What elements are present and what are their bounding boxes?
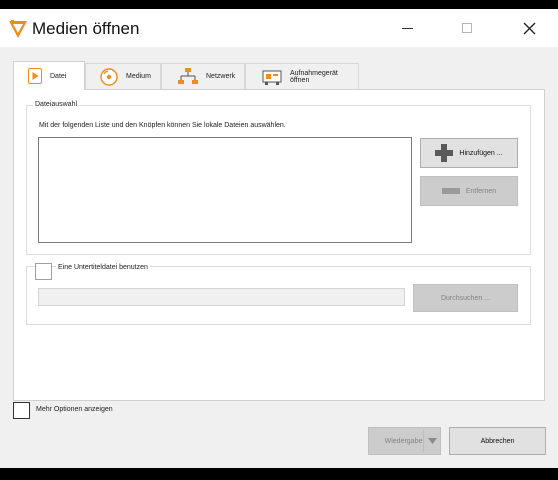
capture-card-icon (262, 69, 282, 85)
browse-subtitle-label: Durchsuchen ... (440, 294, 491, 302)
close-icon (523, 22, 535, 34)
cancel-button[interactable]: Abbrechen (449, 427, 546, 455)
tab-medium-label: Medium (126, 73, 151, 80)
tab-netzwerk-label: Netzwerk (206, 73, 236, 80)
minimize-button[interactable] (383, 9, 431, 47)
remove-file-label: Entfernen (465, 187, 497, 195)
tab-datei[interactable]: Datei (13, 61, 85, 90)
tab-medium[interactable]: Medium (85, 63, 161, 89)
subtitle-file-field[interactable] (38, 288, 405, 306)
vlc-cone-icon (9, 20, 27, 38)
tab-aufnahmegeraet-label: Aufnahmegerät öffnen (290, 69, 338, 84)
tab-aufnahmegeraet[interactable]: Aufnahmegerät öffnen (245, 63, 359, 89)
cancel-label: Abbrechen (480, 437, 515, 445)
play-dropdown-separator (423, 430, 424, 452)
file-list[interactable] (38, 137, 412, 243)
minimize-icon (401, 27, 413, 29)
add-file-button[interactable]: Hinzufügen ... (420, 138, 518, 168)
maximize-button[interactable] (443, 9, 491, 47)
use-subtitle-label: Eine Untertiteldatei benutzen (56, 264, 150, 271)
play-button[interactable]: Wiedergabe (368, 427, 441, 455)
tab-netzwerk[interactable]: Netzwerk (161, 63, 245, 89)
tab-datei-label: Datei (50, 72, 67, 80)
screen-bottom-edge (0, 468, 558, 480)
add-file-label: Hinzufügen ... (459, 149, 503, 157)
network-icon (178, 68, 198, 85)
more-options-checkbox[interactable] (13, 402, 30, 419)
minus-icon (441, 188, 460, 194)
file-selection-legend: Dateiauswahl (33, 101, 80, 108)
more-options-label: Mehr Optionen anzeigen (36, 406, 113, 413)
window-title: Medien öffnen (32, 19, 140, 38)
screen-top-edge (0, 0, 558, 9)
use-subtitle-checkbox[interactable] (35, 263, 52, 280)
disc-icon (100, 67, 118, 86)
remove-file-button[interactable]: Entfernen (420, 176, 518, 206)
browse-subtitle-button[interactable]: Durchsuchen ... (413, 284, 518, 312)
close-button[interactable] (505, 9, 553, 47)
title-bar: Medien öffnen (0, 9, 558, 47)
plus-icon (435, 144, 454, 162)
file-play-icon (28, 68, 42, 84)
file-selection-description: Mit der folgenden Liste und den Knöpfen … (39, 122, 286, 129)
maximize-icon (462, 23, 472, 33)
play-label: Wiedergabe (384, 437, 423, 445)
chevron-down-icon[interactable] (428, 438, 437, 444)
